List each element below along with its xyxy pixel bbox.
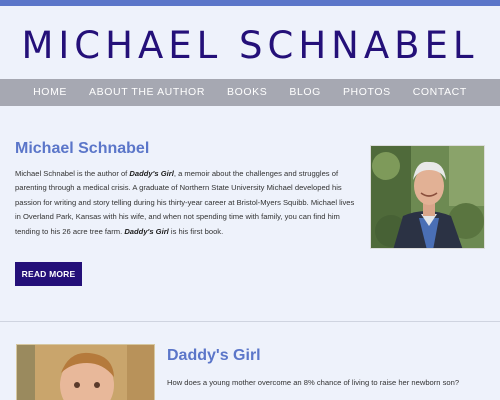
bio-text-part-2: , a memoir about the challenges and stru… (15, 169, 355, 236)
book-cover-photo (16, 344, 155, 400)
bio-text-part-3: is his first book. (168, 226, 224, 236)
nav-blog[interactable]: BLOG (278, 79, 332, 106)
nav-books[interactable]: BOOKS (216, 79, 278, 106)
read-more-button[interactable]: READ MORE (15, 262, 82, 286)
top-accent-bar (0, 0, 500, 6)
site-title[interactable]: MICHAEL SCHNABEL (0, 18, 500, 74)
nav-home[interactable]: HOME (22, 79, 78, 106)
section-divider (0, 321, 500, 322)
nav-photos[interactable]: PHOTOS (332, 79, 402, 106)
nav-contact[interactable]: CONTACT (402, 79, 478, 106)
author-portrait-photo (370, 145, 485, 249)
bio-text-part-1: Michael Schnabel is the author of (15, 169, 130, 178)
nav-about-the-author[interactable]: ABOUT THE AUTHOR (78, 79, 216, 106)
book-title-inline: Daddy's Girl (129, 169, 174, 178)
book-description: How does a young mother overcome an 8% c… (167, 378, 460, 387)
book-title-inline-2: Daddy's Girl (124, 226, 169, 236)
book-heading[interactable]: Daddy's Girl (167, 347, 261, 365)
main-navigation: HOME ABOUT THE AUTHOR BOOKS BLOG PHOTOS … (0, 79, 500, 106)
author-heading: Michael Schnabel (15, 140, 150, 157)
author-bio: Michael Schnabel is the author of Daddy'… (15, 167, 355, 239)
